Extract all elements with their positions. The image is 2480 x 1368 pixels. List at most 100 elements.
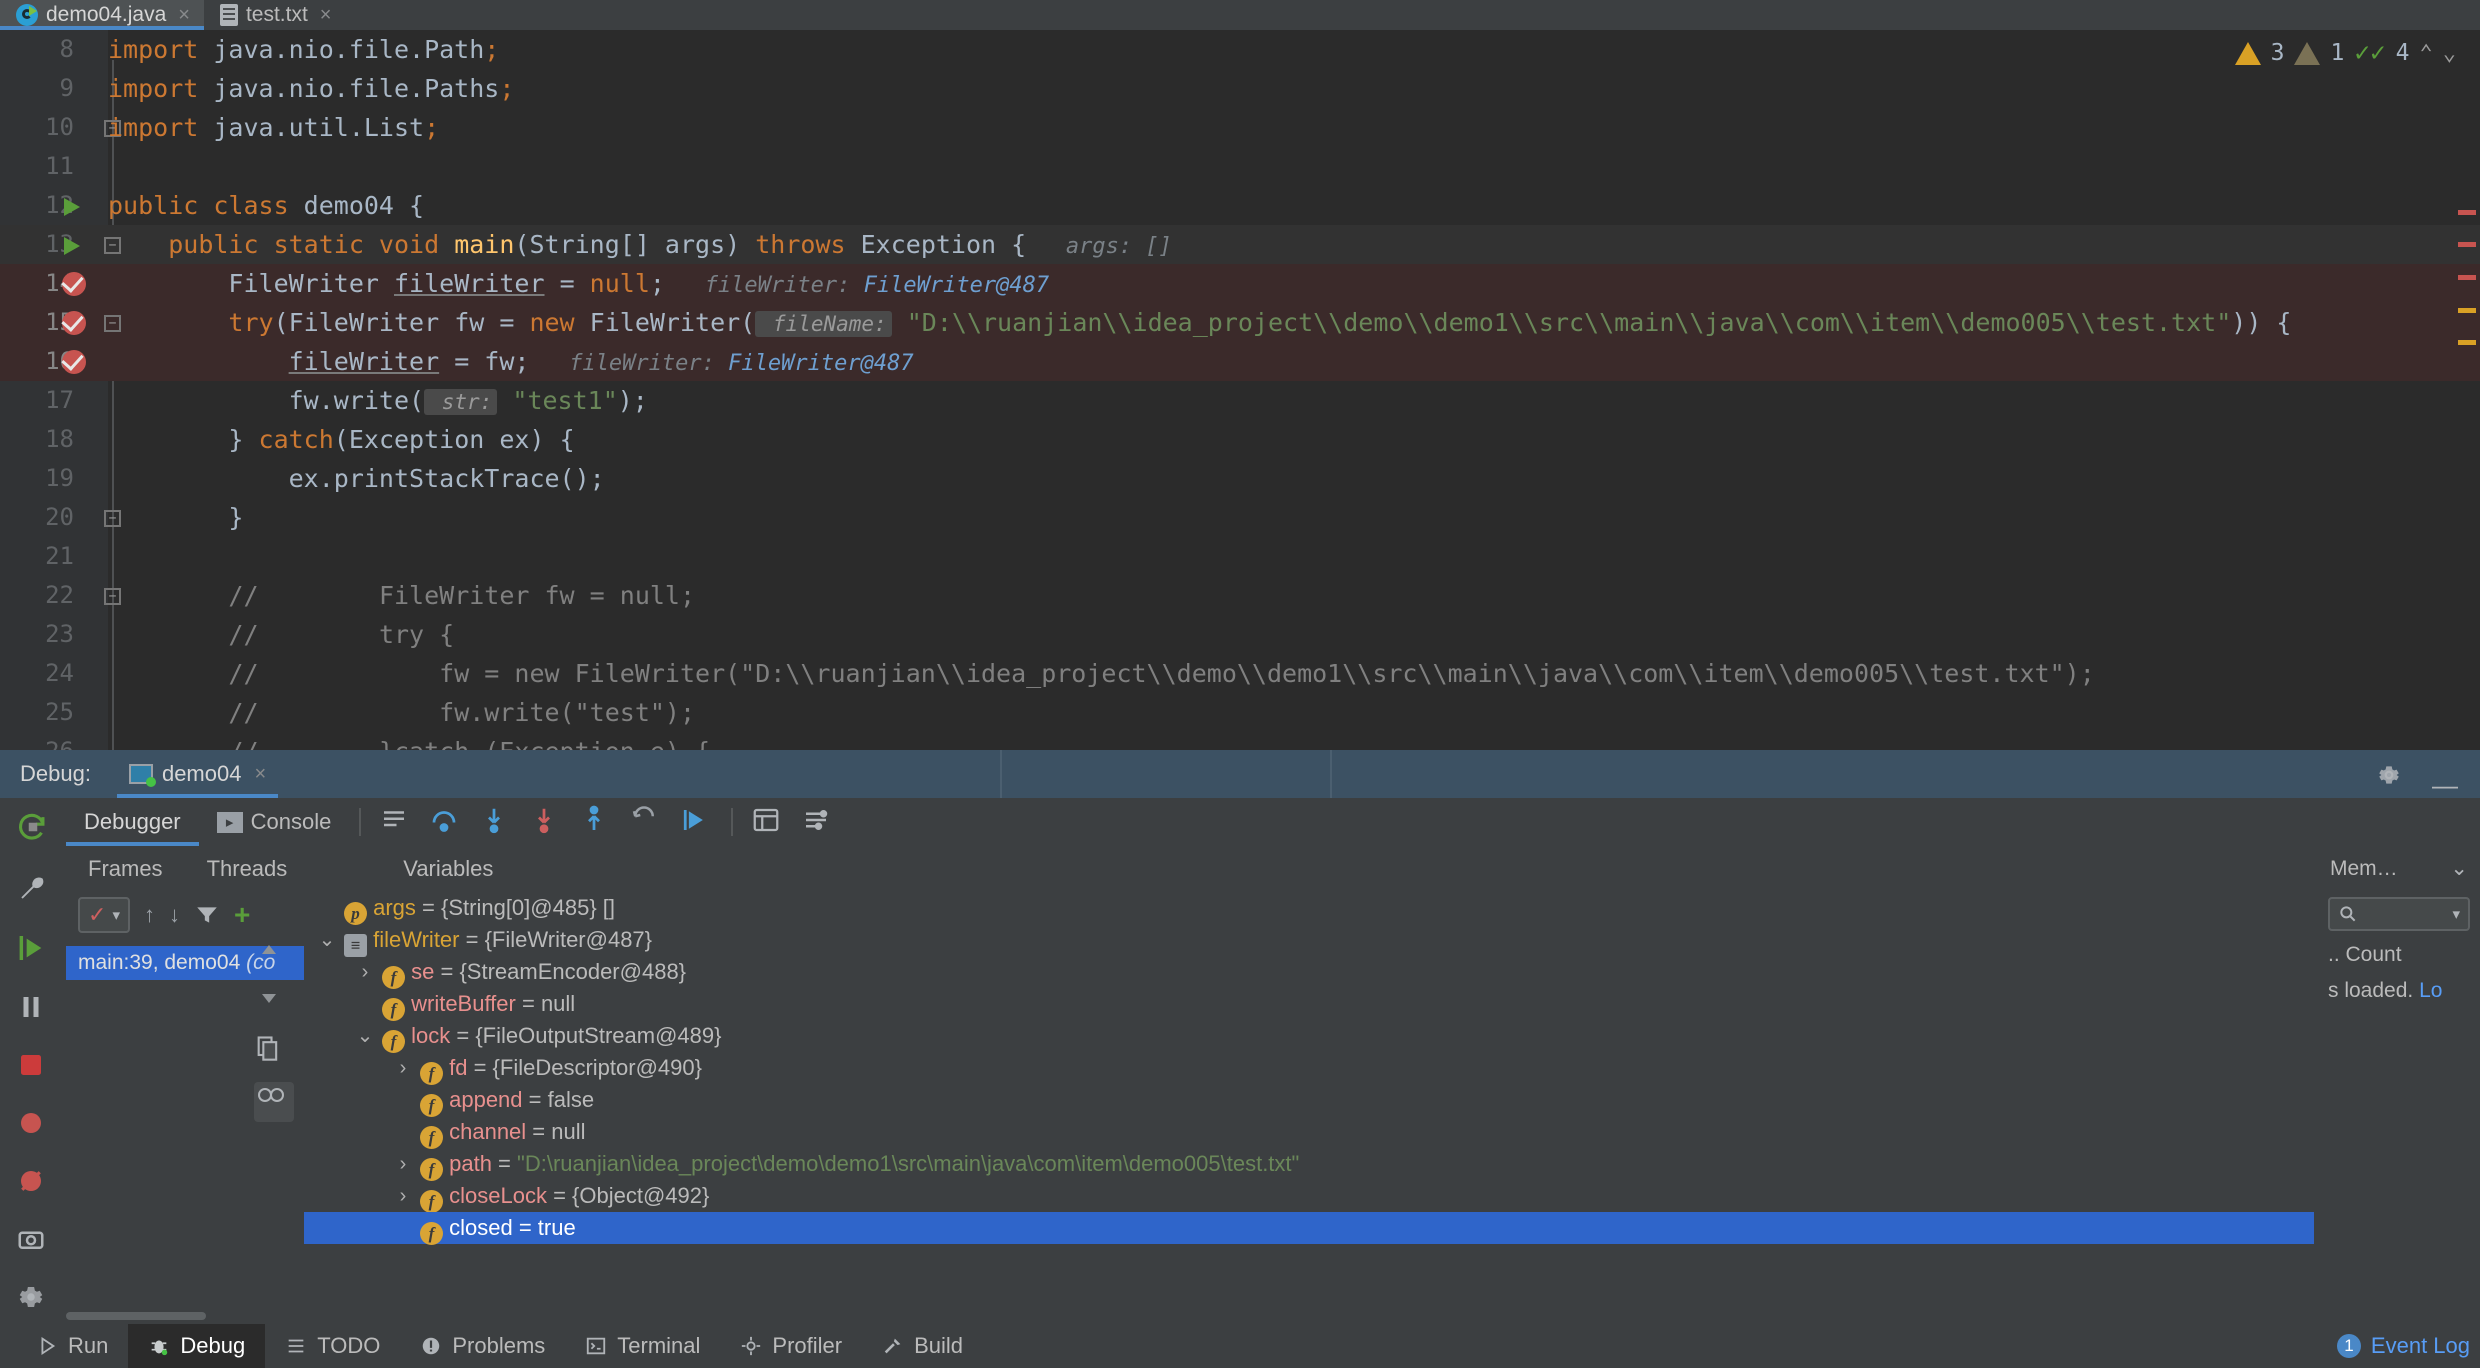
status-item-todo[interactable]: TODO <box>265 1324 400 1368</box>
step-into-icon[interactable] <box>479 805 513 839</box>
code-line[interactable]: 12 public class demo04 { <box>0 186 2480 225</box>
code-line[interactable]: 26 // }catch (Exception e) { <box>0 732 2480 750</box>
tab-debugger[interactable]: Debugger <box>66 798 199 846</box>
chevron-right-icon[interactable]: › <box>392 1052 414 1084</box>
code-line[interactable]: 16 fileWriter = fw; fileWriter: FileWrit… <box>0 342 2480 381</box>
code-line[interactable]: 8 import java.nio.file.Path; <box>0 30 2480 69</box>
marker-stripe-mark[interactable] <box>2458 210 2476 215</box>
breakpoint-icon[interactable] <box>62 350 86 374</box>
close-icon[interactable]: × <box>178 5 190 25</box>
chevron-right-icon[interactable]: › <box>354 956 376 988</box>
memory-search-input[interactable]: ▾ <box>2328 897 2470 931</box>
scrollbar-thumb[interactable] <box>66 1312 206 1320</box>
force-step-into-icon[interactable] <box>529 805 563 839</box>
watches-icon[interactable] <box>254 1082 294 1122</box>
code-line[interactable]: 18 } catch(Exception ex) { <box>0 420 2480 459</box>
settings-list-icon[interactable] <box>801 805 835 839</box>
code-line[interactable]: 14 FileWriter fileWriter = null; fileWri… <box>0 264 2480 303</box>
breakpoint-icon[interactable] <box>62 272 86 296</box>
run-to-cursor-icon[interactable] <box>679 805 713 839</box>
status-item-debug[interactable]: Debug <box>128 1324 266 1368</box>
variable-row[interactable]: › f path = "D:\ruanjian\idea_project\demo… <box>304 1148 2314 1181</box>
code-line[interactable]: 22− // FileWriter fw = null; <box>0 576 2480 615</box>
close-icon[interactable]: × <box>254 764 266 784</box>
marker-stripe-mark[interactable] <box>2458 275 2476 280</box>
chevron-down-icon[interactable]: ⌄ <box>2450 856 2468 881</box>
gear-icon[interactable] <box>2376 762 2402 788</box>
status-item-terminal[interactable]: Terminal <box>565 1324 720 1368</box>
view-breakpoints-icon[interactable] <box>16 1166 50 1196</box>
tab-console[interactable]: ▸ Console <box>199 798 350 846</box>
copy-icon[interactable] <box>254 1034 288 1068</box>
variable-row[interactable]: › f se = {StreamEncoder@488} <box>304 956 2314 989</box>
code-line[interactable]: 9 import java.nio.file.Paths; <box>0 69 2480 108</box>
code-editor[interactable]: 8 import java.nio.file.Path; 9 import java.… <box>0 30 2480 750</box>
chevron-right-icon[interactable]: › <box>392 1148 414 1180</box>
marker-stripe-mark[interactable] <box>2458 242 2476 247</box>
frames-hscrollbar[interactable] <box>66 1312 304 1320</box>
variables-tree[interactable]: p args = {String[0]@485} [] ⌄ ≡ fileWriter… <box>304 892 2314 1324</box>
step-over-icon[interactable] <box>429 805 463 839</box>
status-item-run[interactable]: Run <box>16 1324 128 1368</box>
memory-tab[interactable]: Mem… ⌄ <box>2318 846 2480 891</box>
code-line[interactable]: 15− try(FileWriter fw = new FileWriter( … <box>0 303 2480 342</box>
chevron-down-icon[interactable]: ⌄ <box>354 1020 376 1052</box>
tab-variables[interactable]: Variables <box>381 856 515 882</box>
code-line[interactable]: 23 // try { <box>0 615 2480 654</box>
code-line[interactable]: 25 // fw.write("test"); <box>0 693 2480 732</box>
code-line[interactable]: 24 // fw = new FileWriter("D:\\ruanjian\… <box>0 654 2480 693</box>
move-up-icon[interactable]: ↑ <box>144 902 155 928</box>
variable-row[interactable]: ⌄ ≡ fileWriter = {FileWriter@487} <box>304 924 2314 957</box>
status-item-profiler[interactable]: Profiler <box>720 1324 862 1368</box>
editor-tab-demo04[interactable]: demo04.java × <box>0 0 204 30</box>
mute-breakpoints-icon[interactable] <box>16 1108 50 1138</box>
status-item-build[interactable]: Build <box>862 1324 983 1368</box>
drop-frame-icon[interactable] <box>629 805 663 839</box>
code-line[interactable]: 20− } <box>0 498 2480 537</box>
variable-row[interactable]: f closed = true <box>304 1212 2314 1245</box>
variable-row[interactable]: f channel = null <box>304 1116 2314 1149</box>
scroll-up-icon[interactable] <box>254 938 288 972</box>
event-log-link[interactable]: Event Log <box>2371 1333 2470 1359</box>
chevron-down-icon[interactable]: ⌄ <box>316 924 338 956</box>
chevron-right-icon[interactable]: › <box>392 1180 414 1212</box>
variable-row[interactable]: f append = false <box>304 1084 2314 1117</box>
run-gutter-icon[interactable] <box>64 237 80 255</box>
editor-marker-stripe[interactable] <box>2454 30 2480 750</box>
tab-frames[interactable]: Frames <box>66 856 185 882</box>
resume-icon[interactable] <box>16 932 50 964</box>
camera-icon[interactable] <box>16 1224 50 1254</box>
code-line[interactable]: 10− import java.util.List; <box>0 108 2480 147</box>
marker-stripe-mark[interactable] <box>2458 340 2476 345</box>
tab-threads[interactable]: Threads <box>185 856 310 882</box>
variable-row[interactable]: › f closeLock = {Object@492} <box>304 1180 2314 1213</box>
rerun-icon[interactable] <box>16 810 50 844</box>
settings-icon[interactable] <box>16 1282 50 1312</box>
breakpoint-icon[interactable] <box>62 311 86 335</box>
marker-stripe-mark[interactable] <box>2458 308 2476 313</box>
filter-icon[interactable] <box>194 902 220 928</box>
code-line[interactable]: 13− public static void main(String[] arg… <box>0 225 2480 264</box>
inspection-widget[interactable]: 3 1 ✓✓ 4 ⌃ ⌄ <box>2234 38 2456 68</box>
variable-row[interactable]: › f fd = {FileDescriptor@490} <box>304 1052 2314 1085</box>
code-line[interactable]: 21 <box>0 537 2480 576</box>
debug-session-tab[interactable]: demo04 × <box>116 750 279 798</box>
stop-icon[interactable] <box>16 1050 50 1080</box>
code-line[interactable]: 19 ex.printStackTrace(); <box>0 459 2480 498</box>
layout-icon[interactable] <box>379 805 413 839</box>
close-icon[interactable]: × <box>320 5 332 25</box>
pause-icon[interactable] <box>16 992 50 1022</box>
code-line[interactable]: 11 <box>0 147 2480 186</box>
thread-selector[interactable]: ✓ ▾ <box>78 897 130 933</box>
move-down-icon[interactable]: ↓ <box>169 902 180 928</box>
variable-row[interactable]: f writeBuffer = null <box>304 988 2314 1021</box>
chevron-up-icon[interactable]: ⌃ <box>2420 41 2433 66</box>
loaded-link[interactable]: Lo <box>2419 979 2442 1002</box>
variable-row[interactable]: p args = {String[0]@485} [] <box>304 892 2314 925</box>
code-content[interactable]: 8 import java.nio.file.Path; 9 import java.… <box>0 30 2480 750</box>
chevron-down-icon[interactable]: ▾ <box>2452 905 2460 923</box>
step-out-icon[interactable] <box>579 805 613 839</box>
variable-row[interactable]: ⌄ f lock = {FileOutputStream@489} <box>304 1020 2314 1053</box>
status-item-problems[interactable]: Problems <box>400 1324 565 1368</box>
evaluate-expression-icon[interactable] <box>751 805 785 839</box>
